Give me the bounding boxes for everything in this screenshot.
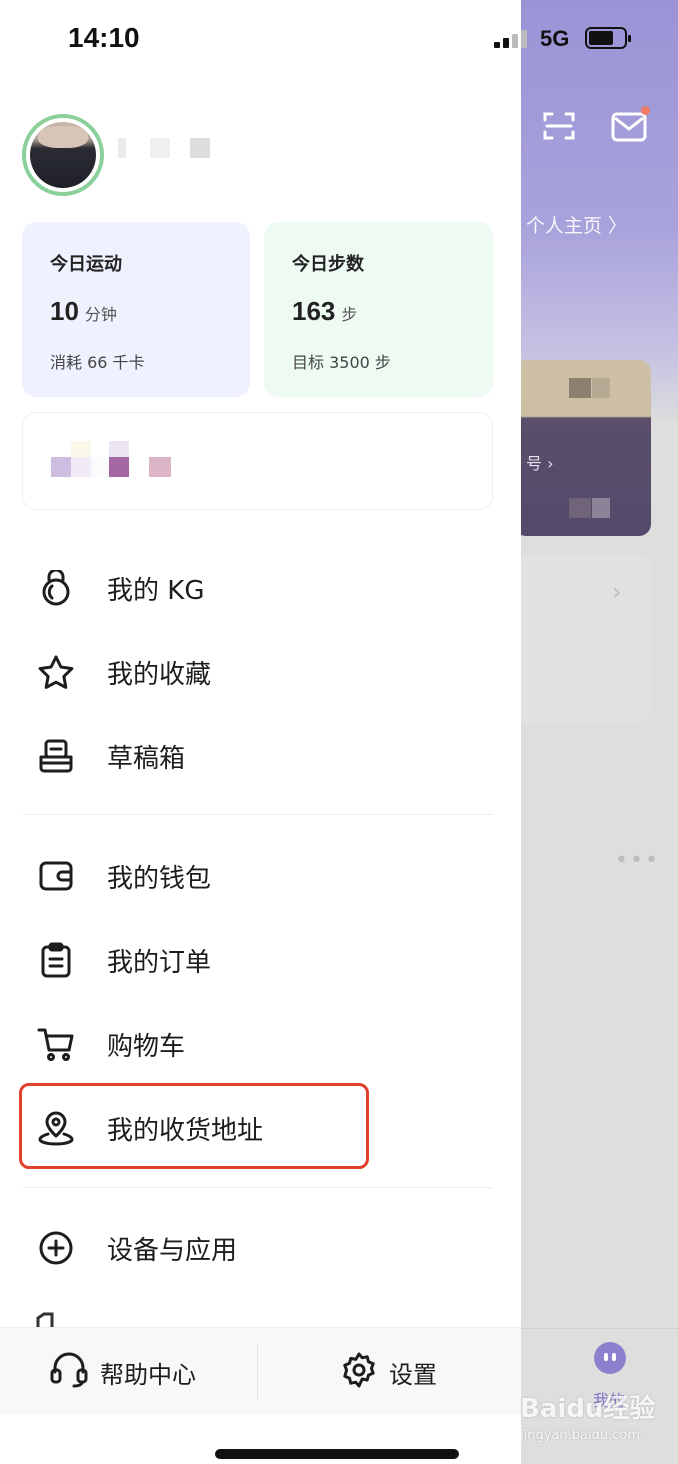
menu-item-cart[interactable]: 购物车 xyxy=(36,1014,476,1074)
side-drawer: 今日运动 10 分钟 消耗 66 千卡 今日步数 163 步 目标 3500 步 我… xyxy=(0,0,521,1464)
menu-label: 草稿箱 xyxy=(107,743,186,774)
signal-icon xyxy=(494,30,530,48)
star-icon xyxy=(36,652,76,692)
menu-label: 我的订单 xyxy=(107,947,212,978)
username-pixelated xyxy=(190,138,210,158)
background-panel[interactable] xyxy=(514,556,651,722)
exercise-title: 今日运动 xyxy=(50,254,122,275)
steps-value: 163 步 xyxy=(292,296,358,326)
settings-label: 设置 xyxy=(389,1360,437,1389)
status-bar: 14:10 5G xyxy=(0,0,678,76)
me-tab-icon[interactable] xyxy=(594,1342,626,1374)
status-time: 14:10 xyxy=(68,22,140,53)
settings-button[interactable]: 设置 xyxy=(341,1328,437,1416)
menu-item-drafts[interactable]: 草稿箱 xyxy=(36,726,476,786)
watermark-url: jingyan.baidu.com xyxy=(520,1428,640,1443)
cart-icon xyxy=(36,1024,76,1064)
more-icon[interactable]: ••• xyxy=(615,848,660,873)
username-pixelated xyxy=(118,138,126,158)
watermark: Baidu经验 xyxy=(520,1394,656,1424)
steps-goal: 目标 3500 步 xyxy=(292,353,391,372)
tabbar-divider xyxy=(521,1328,678,1329)
help-center-button[interactable]: 帮助中心 xyxy=(50,1328,196,1416)
menu-item-wallet[interactable]: 我的钱包 xyxy=(36,846,476,906)
notification-dot xyxy=(641,106,650,115)
headset-icon xyxy=(50,1352,88,1392)
menu-label: 我的 KG xyxy=(107,575,205,606)
chevron-right-icon: › xyxy=(612,578,622,606)
steps-title: 今日步数 xyxy=(292,254,364,275)
battery-icon xyxy=(585,27,631,49)
membership-card[interactable]: 号 › xyxy=(514,360,651,536)
gear-icon xyxy=(341,1352,377,1392)
plus-circle-icon xyxy=(36,1228,76,1268)
username-pixelated xyxy=(150,138,170,158)
menu-item-orders[interactable]: 我的订单 xyxy=(36,930,476,990)
drawer-bottom-bar: 帮助中心 设置 xyxy=(0,1327,521,1415)
menu-item-kg[interactable]: 我的 KG xyxy=(36,558,476,618)
menu-label: 我的收藏 xyxy=(107,659,212,690)
profile-link[interactable]: 个人主页 〉 xyxy=(526,211,627,238)
bottom-divider xyxy=(257,1344,258,1400)
mail-icon[interactable] xyxy=(611,112,647,142)
exercise-calories: 消耗 66 千卡 xyxy=(50,353,145,372)
promo-banner[interactable] xyxy=(22,412,493,510)
menu-item-devices[interactable]: 设备与应用 xyxy=(36,1218,476,1278)
wallet-icon xyxy=(36,856,76,896)
kettlebell-icon xyxy=(36,568,76,608)
clipboard-icon xyxy=(36,940,76,980)
menu-label: 购物车 xyxy=(107,1031,186,1062)
steps-card[interactable]: 今日步数 163 步 目标 3500 步 xyxy=(264,222,493,397)
draft-box-icon xyxy=(36,736,76,776)
menu-item-favorites[interactable]: 我的收藏 xyxy=(36,642,476,702)
menu-divider xyxy=(22,1187,493,1188)
menu-divider xyxy=(22,814,493,815)
highlight-annotation xyxy=(19,1083,369,1169)
help-center-label: 帮助中心 xyxy=(100,1360,196,1389)
scan-icon[interactable] xyxy=(543,110,575,142)
avatar[interactable] xyxy=(30,122,96,188)
avatar-ring[interactable] xyxy=(22,114,104,196)
home-indicator[interactable] xyxy=(215,1449,459,1459)
exercise-value: 10 分钟 xyxy=(50,296,117,326)
network-type: 5G xyxy=(540,26,570,51)
menu-label: 我的钱包 xyxy=(107,863,212,894)
exercise-card[interactable]: 今日运动 10 分钟 消耗 66 千卡 xyxy=(22,222,250,397)
menu-label: 设备与应用 xyxy=(107,1235,238,1266)
